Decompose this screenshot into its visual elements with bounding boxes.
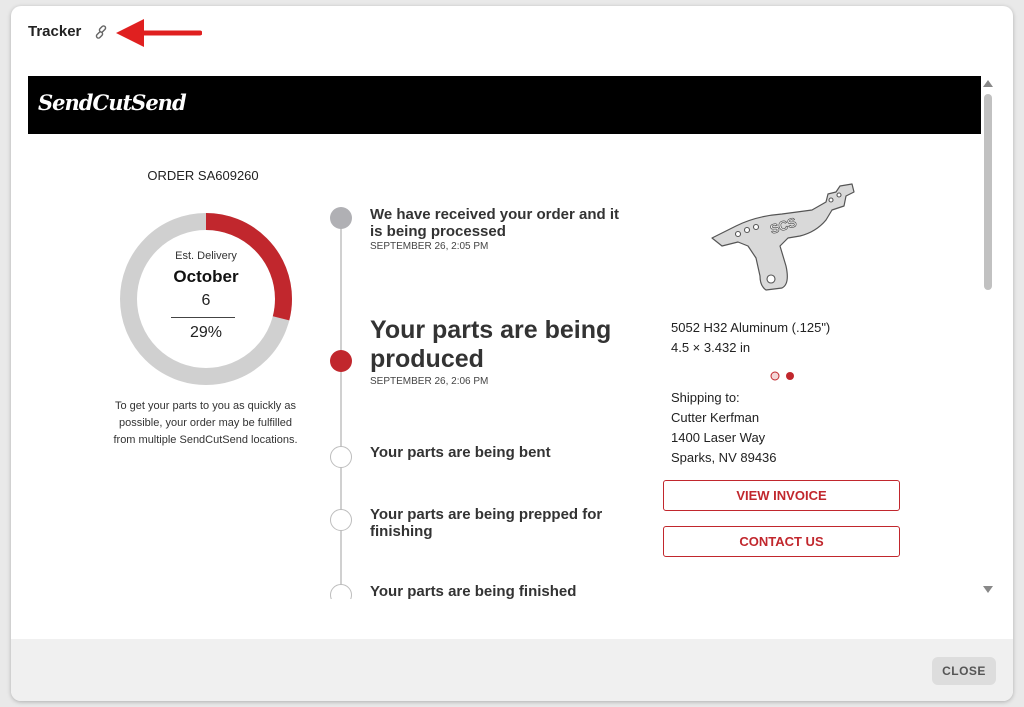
scroll-down-arrow-icon[interactable]	[983, 586, 993, 593]
link-icon[interactable]	[94, 25, 108, 39]
step-dot-pending	[330, 446, 352, 468]
step-dot-pending	[330, 584, 352, 599]
modal-footer: CLOSE	[11, 639, 1013, 701]
step-title: Your parts are being prepped for finishi…	[370, 506, 603, 540]
annotation-arrow-icon	[116, 19, 202, 47]
est-divider	[171, 317, 235, 318]
est-delivery-day: 6	[201, 292, 211, 309]
timeline-line	[340, 224, 342, 599]
est-delivery-month: October	[173, 267, 239, 286]
part-dimensions: 4.5 × 3.432 in	[671, 340, 751, 355]
shipping-name: Cutter Kerfman	[671, 410, 760, 425]
part-material: 5052 H32 Aluminum (.125")	[671, 320, 831, 335]
fulfillment-note: To get your parts to you as quickly as p…	[113, 400, 298, 446]
part-preview-image: SCS	[711, 183, 855, 291]
modal-title: Tracker	[28, 23, 82, 40]
brand-logo: SendCutSend	[38, 90, 187, 115]
carousel-dot-active	[786, 372, 794, 380]
brand-bar: SendCutSend	[28, 76, 981, 134]
view-invoice-button[interactable]: VIEW INVOICE	[663, 480, 900, 511]
tracker-content: SendCutSend ORDER SA609260 Est. Delivery…	[28, 76, 981, 599]
carousel-indicators[interactable]	[770, 370, 800, 382]
tracker-modal: Tracker SendCutSend ORDER SA609260 Est. …	[11, 6, 1013, 701]
shipping-label: Shipping to:	[671, 390, 740, 405]
step-date: SEPTEMBER 26, 2:05 PM	[370, 241, 489, 252]
order-number: ORDER SA609260	[147, 168, 259, 183]
close-button[interactable]: CLOSE	[932, 657, 996, 685]
step-title: Your parts are being bent	[370, 444, 551, 461]
shipping-address: Shipping to: Cutter Kerfman 1400 Laser W…	[671, 388, 777, 468]
scroll-thumb[interactable]	[984, 94, 992, 290]
est-delivery-label: Est. Delivery	[175, 250, 237, 262]
progress-percent: 29%	[189, 324, 223, 341]
step-dot-pending	[330, 509, 352, 531]
step-title: Your parts are being finished	[370, 583, 577, 599]
scroll-up-arrow-icon[interactable]	[983, 80, 993, 87]
modal-header: Tracker	[11, 6, 1013, 58]
shipping-street: 1400 Laser Way	[671, 430, 766, 445]
carousel-dot-inactive	[770, 371, 780, 381]
shipping-city: Sparks, NV 89436	[671, 450, 777, 465]
delivery-estimate: Est. Delivery October 6 29%	[116, 209, 296, 389]
step-title: We have received your order and it is be…	[370, 206, 619, 240]
step-dot-done	[330, 207, 352, 229]
part-specs: 5052 H32 Aluminum (.125") 4.5 × 3.432 in	[671, 318, 830, 358]
step-title-current: Your parts are being produced	[370, 316, 612, 373]
contact-us-button[interactable]: CONTACT US	[663, 526, 900, 557]
step-dot-active	[330, 350, 352, 372]
step-date: SEPTEMBER 26, 2:06 PM	[370, 376, 489, 387]
content-scrollbar[interactable]	[981, 76, 995, 599]
